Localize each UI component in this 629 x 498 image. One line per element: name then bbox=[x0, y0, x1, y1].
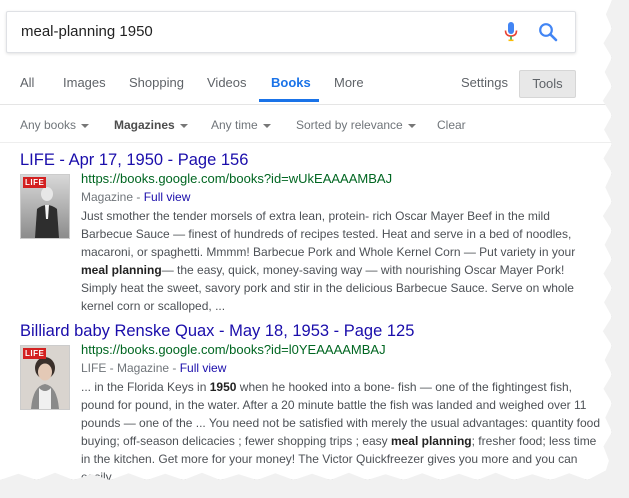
result-title[interactable]: LIFE - Apr 17, 1950 - Page 156 bbox=[20, 151, 600, 170]
search-box[interactable]: meal-planning 1950 bbox=[6, 11, 576, 53]
microphone-icon[interactable] bbox=[504, 22, 518, 42]
filter-bar: Any books Magazines Any time Sorted by r… bbox=[0, 116, 612, 136]
result-item: LIFE - Apr 17, 1950 - Page 156 LIFE http… bbox=[20, 151, 600, 313]
search-input[interactable]: meal-planning 1950 bbox=[21, 23, 153, 40]
tab-videos[interactable]: Videos bbox=[207, 75, 247, 90]
result-meta-label: LIFE - Magazine - bbox=[81, 361, 180, 375]
tab-shopping[interactable]: Shopping bbox=[129, 75, 184, 90]
active-tab-indicator bbox=[259, 99, 319, 102]
caret-down-icon bbox=[81, 123, 90, 128]
snippet-text: Just smother the tender morsels of extra… bbox=[81, 209, 576, 259]
tab-all[interactable]: All bbox=[20, 75, 34, 90]
snippet-highlight: meal planning bbox=[390, 434, 472, 448]
filter-magazines[interactable]: Magazines bbox=[114, 118, 188, 132]
tab-more[interactable]: More bbox=[334, 75, 364, 90]
full-view-link[interactable]: Full view bbox=[144, 190, 191, 204]
tab-books[interactable]: Books bbox=[271, 75, 311, 90]
caret-down-icon bbox=[262, 123, 271, 128]
results-page: meal-planning 1950 All Images Shopping V… bbox=[0, 0, 612, 480]
snippet-highlight: 1950 bbox=[209, 380, 237, 394]
filter-any-time[interactable]: Any time bbox=[211, 118, 271, 132]
magazine-cover-thumbnail[interactable]: LIFE bbox=[20, 345, 70, 410]
result-url[interactable]: https://books.google.com/books?id=wUkEAA… bbox=[81, 171, 392, 186]
caret-down-icon bbox=[407, 123, 416, 128]
filter-label: Sorted by relevance bbox=[296, 118, 403, 132]
full-view-link[interactable]: Full view bbox=[180, 361, 227, 375]
result-url[interactable]: https://books.google.com/books?id=l0YEAA… bbox=[81, 342, 386, 357]
result-meta: LIFE - Magazine - Full view bbox=[81, 361, 226, 375]
search-icon[interactable] bbox=[538, 22, 558, 42]
filter-any-books[interactable]: Any books bbox=[20, 118, 90, 132]
tab-settings[interactable]: Settings bbox=[461, 75, 508, 90]
filter-clear[interactable]: Clear bbox=[437, 118, 466, 132]
magazine-cover-thumbnail[interactable]: LIFE bbox=[20, 174, 70, 239]
result-title[interactable]: Billiard baby Renske Quax - May 18, 1953… bbox=[20, 322, 600, 341]
tools-button[interactable]: Tools bbox=[519, 70, 576, 98]
result-snippet: ... in the Florida Keys in 1950 when he … bbox=[81, 378, 601, 480]
result-item: Billiard baby Renske Quax - May 18, 1953… bbox=[20, 322, 600, 480]
filter-label: Magazines bbox=[114, 118, 175, 132]
tabs-divider bbox=[0, 104, 612, 105]
filters-divider bbox=[0, 142, 612, 143]
tab-images[interactable]: Images bbox=[63, 75, 106, 90]
filter-label: Any time bbox=[211, 118, 258, 132]
filter-sorted-by[interactable]: Sorted by relevance bbox=[296, 118, 416, 132]
filter-label: Any books bbox=[20, 118, 77, 132]
result-meta-label: Magazine - bbox=[81, 190, 144, 204]
result-meta: Magazine - Full view bbox=[81, 190, 190, 204]
snippet-text: ... in the Florida Keys in bbox=[81, 380, 210, 394]
result-snippet: Just smother the tender morsels of extra… bbox=[81, 207, 601, 315]
caret-down-icon bbox=[179, 123, 188, 128]
snippet-highlight: meal planning bbox=[81, 263, 162, 277]
life-logo: LIFE bbox=[23, 177, 47, 188]
life-logo: LIFE bbox=[23, 348, 47, 359]
